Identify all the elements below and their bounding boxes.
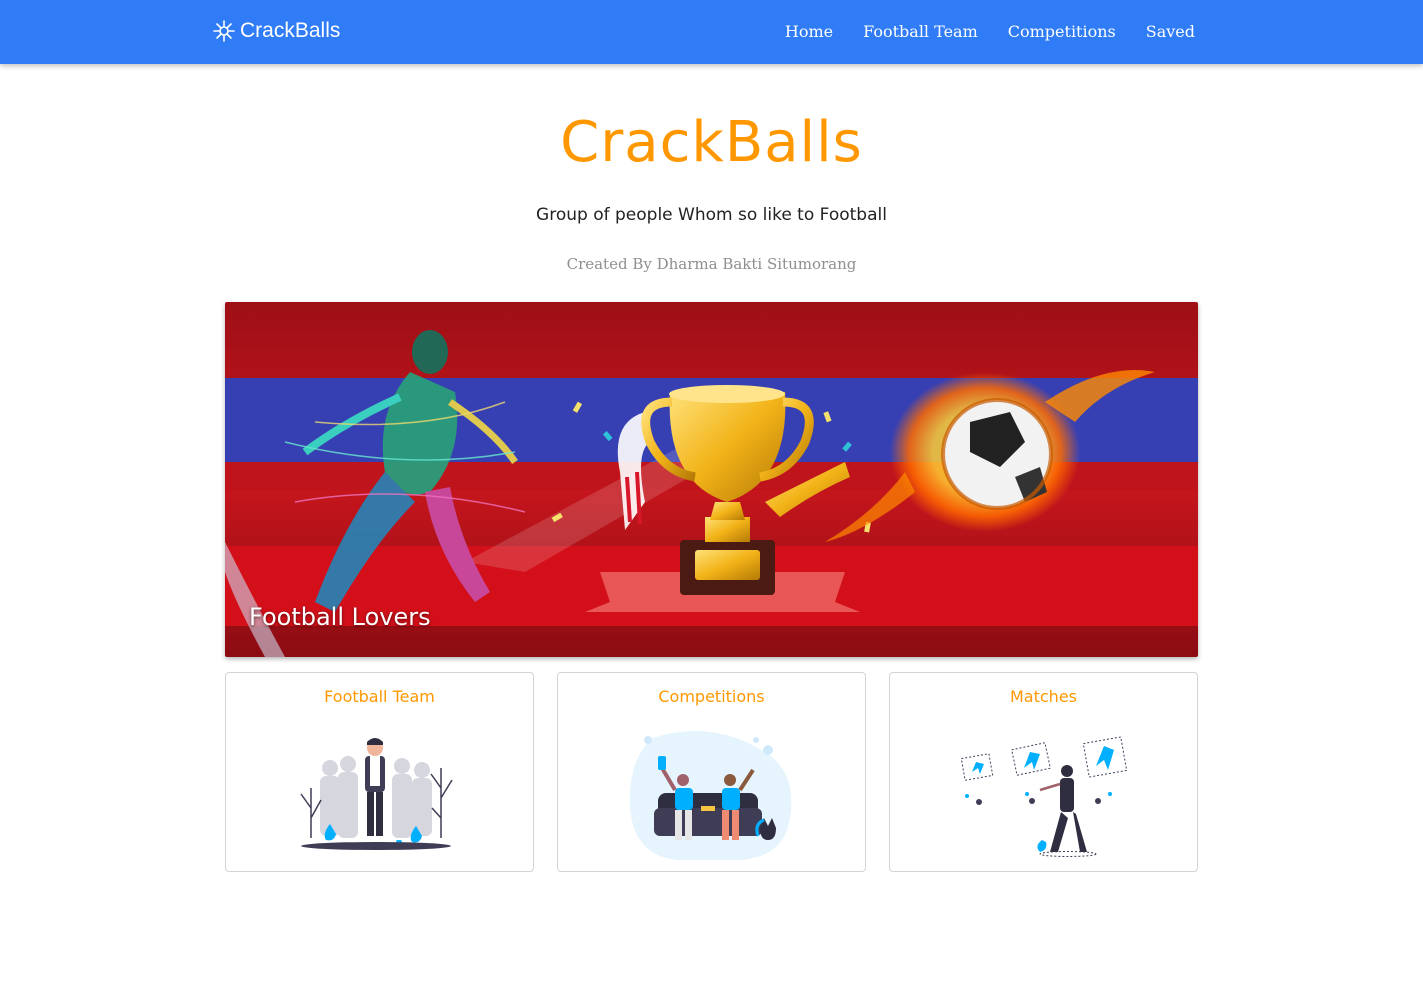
brand-logo[interactable]: CrackBalls bbox=[212, 14, 340, 48]
team-illustration-icon bbox=[300, 738, 453, 850]
fans-illustration-icon bbox=[629, 730, 792, 860]
page-subtitle: Group of people Whom so like to Football bbox=[536, 205, 887, 225]
matches-illustration-icon bbox=[960, 736, 1128, 857]
card-title: Competitions bbox=[658, 687, 765, 706]
card-competitions[interactable]: Competitions bbox=[557, 672, 866, 872]
nav-home[interactable]: Home bbox=[785, 22, 833, 41]
card-matches[interactable]: Matches bbox=[889, 672, 1198, 872]
card-title: Matches bbox=[1010, 687, 1077, 706]
nav-menu: Home Football Team Competitions Saved bbox=[785, 22, 1195, 41]
nav-football-team[interactable]: Football Team bbox=[863, 22, 978, 41]
author-credit: Created By Dharma Bakti Situmorang bbox=[566, 255, 857, 273]
banner-caption: Football Lovers bbox=[249, 603, 431, 631]
nav-competitions[interactable]: Competitions bbox=[1008, 22, 1116, 41]
card-football-team[interactable]: Football Team bbox=[225, 672, 534, 872]
sparkle-logo-icon bbox=[213, 20, 235, 42]
card-title: Football Team bbox=[324, 687, 435, 706]
page-title: CrackBalls bbox=[560, 110, 863, 175]
nav-saved[interactable]: Saved bbox=[1146, 22, 1195, 41]
brand-name: CrackBalls bbox=[240, 19, 341, 42]
hero-banner: Football Lovers bbox=[225, 302, 1198, 657]
navbar: CrackBalls Home Football Team Competitio… bbox=[0, 0, 1423, 64]
